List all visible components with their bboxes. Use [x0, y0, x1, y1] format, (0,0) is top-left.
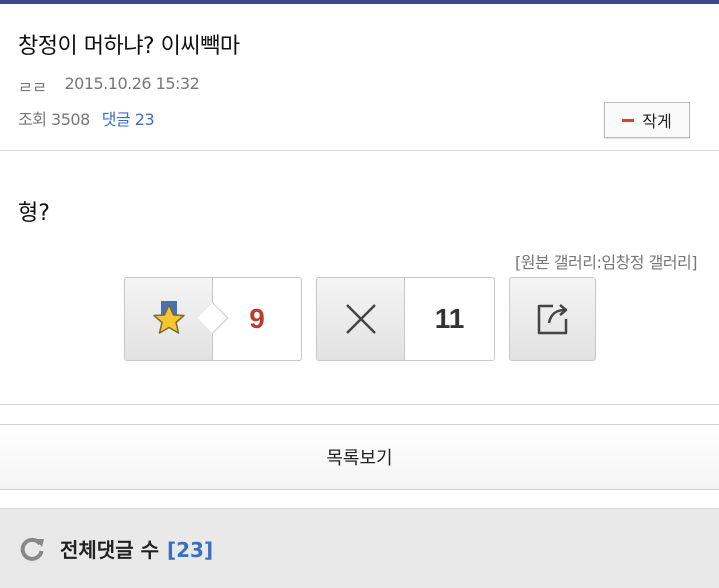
share-icon [537, 304, 567, 335]
share-button[interactable] [509, 277, 596, 361]
comments-header: 전체댓글 수 [23] [0, 508, 719, 588]
not-recommend-button[interactable]: 11 [316, 277, 495, 361]
post-meta: ㄹㄹ 2015.10.26 15:32 [18, 74, 200, 98]
post-author[interactable]: ㄹㄹ [18, 74, 47, 98]
star-icon [152, 301, 185, 334]
x-icon [345, 304, 376, 334]
divider [0, 404, 719, 405]
post-body: 형? [18, 201, 50, 226]
font-size-small-label: 작게 [642, 112, 672, 131]
comments-total-count: [23] [166, 538, 214, 562]
recommend-icon-cell [125, 278, 229, 360]
comment-count-link[interactable]: 댓글 23 [102, 106, 155, 130]
font-size-small-button[interactable]: 작게 [604, 102, 690, 138]
source-gallery-link[interactable]: [원본 갤러리:임창정 갤러리] [515, 249, 697, 273]
view-count: 조회 3508 [18, 110, 90, 129]
not-recommend-icon-cell [317, 278, 405, 360]
not-recommend-count: 11 [434, 303, 465, 334]
divider [0, 150, 719, 151]
recommend-button[interactable]: 9 [124, 277, 302, 361]
comments-title: 전체댓글 수 [60, 538, 159, 562]
post-stats: 조회 3508 댓글 23 [18, 106, 155, 130]
comments-title-wrap: 전체댓글 수 [23] [60, 534, 213, 563]
post-header: 창정이 머하냐? 이씨빽마 ㄹㄹ 2015.10.26 15:32 조회 350… [0, 4, 719, 150]
post-datetime: 2015.10.26 15:32 [64, 74, 200, 93]
view-list-button[interactable]: 목록보기 [0, 424, 719, 490]
refresh-icon[interactable] [18, 535, 46, 563]
minus-icon [622, 118, 635, 122]
post-title: 창정이 머하냐? 이씨빽마 [18, 34, 240, 59]
